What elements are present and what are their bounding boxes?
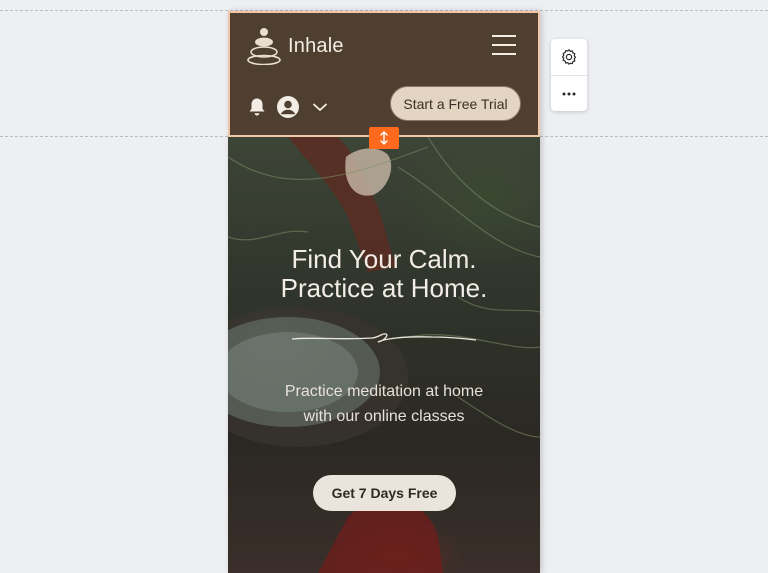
chevron-down-icon[interactable] <box>312 101 328 113</box>
bell-icon[interactable] <box>248 97 266 117</box>
settings-button[interactable] <box>551 39 587 75</box>
editor-canvas: Inhale Start a Free Trial Find Your Calm… <box>0 0 768 573</box>
hero-subtitle-line-1: Practice meditation at home <box>284 383 484 400</box>
section-resize-handle[interactable] <box>369 127 399 149</box>
section-toolbar <box>551 39 587 111</box>
logo-text: Inhale <box>288 34 344 57</box>
mobile-preview-frame: Inhale Start a Free Trial Find Your Calm… <box>228 11 540 573</box>
hero-subtitle-line-2: with our online classes <box>303 408 465 425</box>
hero-title: Find Your Calm. Practice at Home. <box>228 245 540 303</box>
hero-title-line-2: Practice at Home. <box>280 273 488 303</box>
more-icon <box>562 92 576 95</box>
site-header[interactable]: Inhale Start a Free Trial <box>228 11 540 137</box>
hero-section: Find Your Calm. Practice at Home. Practi… <box>228 137 540 573</box>
wave-divider <box>292 333 476 343</box>
stacked-stones-icon <box>247 28 281 65</box>
header-member-area <box>248 95 328 119</box>
get-7-days-free-button[interactable]: Get 7 Days Free <box>313 475 456 511</box>
hero-title-line-1: Find Your Calm. <box>291 244 477 274</box>
more-options-button[interactable] <box>551 75 587 111</box>
menu-icon[interactable] <box>492 35 516 57</box>
avatar-icon[interactable] <box>276 95 300 119</box>
start-free-trial-button[interactable]: Start a Free Trial <box>390 86 521 121</box>
vertical-resize-icon <box>380 131 388 145</box>
logo[interactable]: Inhale <box>246 27 344 65</box>
settings-icon <box>561 49 577 65</box>
hero-subtitle: Practice meditation at home with our onl… <box>228 379 540 429</box>
